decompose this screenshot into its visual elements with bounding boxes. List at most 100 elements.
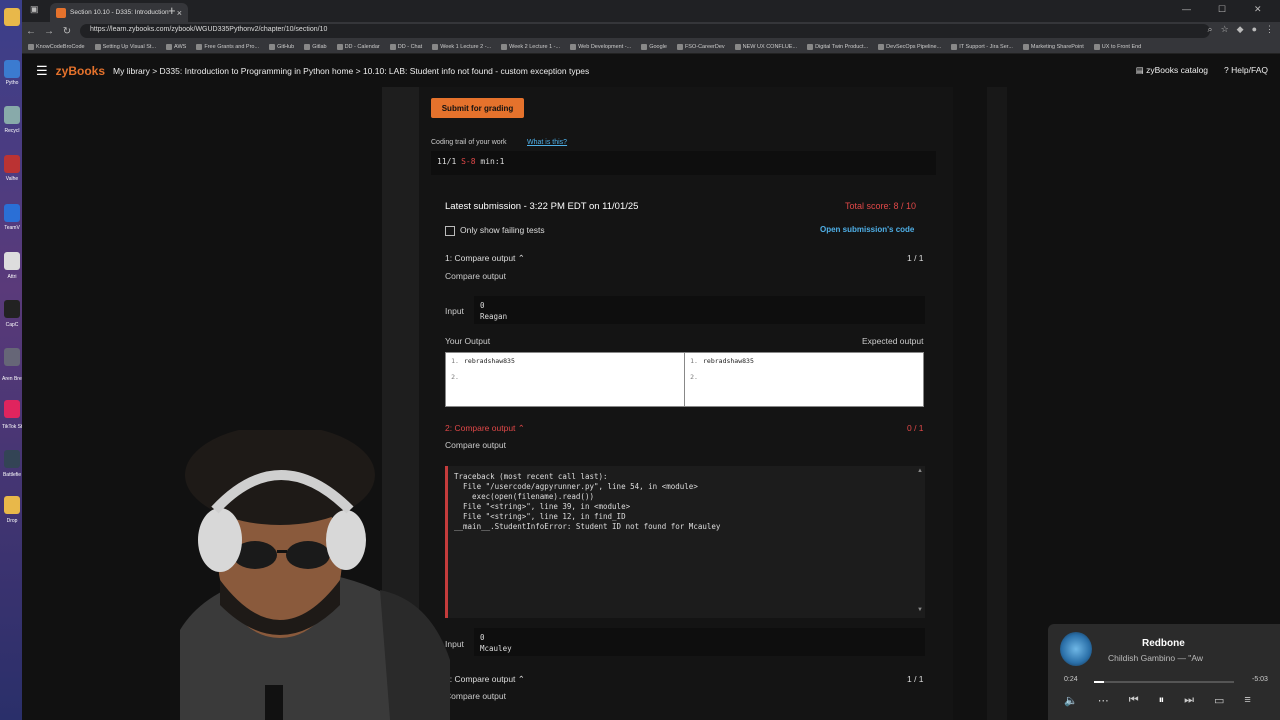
desktop-label: Recycl xyxy=(4,128,20,134)
profile-icon[interactable]: ● xyxy=(1252,24,1257,35)
folder-icon[interactable] xyxy=(4,8,20,26)
traceback-output: Traceback (most recent call last): File … xyxy=(445,466,925,618)
help-link[interactable]: ? Help/FAQ xyxy=(1224,65,1268,76)
bookmark-item[interactable]: DD - Calendar xyxy=(336,43,380,50)
test-3-subtitle: Compare output xyxy=(445,691,506,701)
bookmark-item[interactable]: IT Support - Jira Ser... xyxy=(951,43,1013,50)
breadcrumb[interactable]: My library > D335: Introduction to Progr… xyxy=(113,66,589,76)
test-2-toggle[interactable]: 2: Compare output ⌃ xyxy=(445,423,525,434)
expected-output-label: Expected output xyxy=(862,336,924,346)
bookmark-item[interactable]: Digital Twin Product... xyxy=(807,43,868,50)
bookmark-star-icon[interactable]: ☆ xyxy=(1221,24,1229,35)
test-1-input-label: Input xyxy=(445,306,464,316)
bookmark-item[interactable]: Google xyxy=(641,43,667,50)
zybooks-favicon-icon xyxy=(56,7,66,18)
bookmark-item[interactable]: Free Grants and Pro... xyxy=(196,43,259,50)
next-icon[interactable]: ⏭ xyxy=(1184,694,1194,707)
scroll-up-icon[interactable]: ▲ xyxy=(917,468,923,474)
coding-trail-label: Coding trail of your work xyxy=(431,139,507,146)
previous-icon[interactable]: ⏮ xyxy=(1129,694,1139,707)
zybooks-logo[interactable]: zyBooks xyxy=(56,64,105,78)
capcut-icon[interactable] xyxy=(4,300,20,318)
tiktok-studio-icon[interactable] xyxy=(4,400,20,418)
window-menu-icon[interactable]: ▣ xyxy=(30,4,39,15)
close-tab-icon[interactable]: × xyxy=(177,8,182,18)
maximize-icon[interactable]: ☐ xyxy=(1218,4,1226,15)
bookmark-item[interactable]: KnowCodeBroCode xyxy=(28,43,85,50)
bookmarks-bar: KnowCodeBroCode Setting Up Visual St... … xyxy=(22,40,1280,54)
python-icon[interactable] xyxy=(4,60,20,78)
bookmark-item[interactable]: GitHub xyxy=(269,43,294,50)
desktop-label: Battlefie xyxy=(2,472,22,478)
desktop-icons: Pytho Recycl Valhe TeamV Attri CapC Aren… xyxy=(0,0,22,720)
arena-breakout-icon[interactable] xyxy=(4,348,20,366)
desktop-label: TikTok Studi xyxy=(2,424,22,430)
test-3-toggle[interactable]: 3: Compare output ⌃ xyxy=(445,674,525,685)
url-input[interactable]: https://learn.zybooks.com/zybook/WGUD335… xyxy=(80,24,1210,38)
lyrics-icon[interactable]: ▭ xyxy=(1214,694,1224,707)
battlefield-icon[interactable] xyxy=(4,450,20,468)
hamburger-menu-icon[interactable]: ☰ xyxy=(36,63,48,79)
your-output-label: Your Output xyxy=(445,336,491,346)
progress-slider[interactable] xyxy=(1094,681,1234,683)
bookmark-item[interactable]: AWS xyxy=(166,43,186,50)
bookmark-item[interactable]: FSO-CareerDev xyxy=(676,43,725,50)
only-failing-checkbox[interactable] xyxy=(445,226,455,236)
album-art xyxy=(1060,632,1092,666)
webcam-overlay xyxy=(180,430,450,720)
scroll-down-icon[interactable]: ▼ xyxy=(917,607,923,613)
recycle-bin-icon[interactable] xyxy=(4,106,20,124)
bookmark-item[interactable]: Web Development -... xyxy=(570,43,631,50)
back-icon[interactable]: ← xyxy=(22,26,40,37)
bookmark-item[interactable]: Week 1 Lecture 2 -... xyxy=(432,43,491,50)
valheim-icon[interactable] xyxy=(4,155,20,173)
bookmark-item[interactable]: UX to Front End xyxy=(1093,43,1141,50)
extension-icon[interactable]: ◆ xyxy=(1237,24,1244,35)
desktop-label: Attri xyxy=(7,274,17,280)
bookmark-item[interactable]: Setting Up Visual St... xyxy=(94,43,156,50)
bookmark-item[interactable]: DD - Chat xyxy=(389,43,422,50)
coding-trail: 11/1 S-8 min:1 xyxy=(431,151,936,175)
bookmark-item[interactable]: NEW UX CONFLUE... xyxy=(734,43,797,50)
attrib-icon[interactable] xyxy=(4,252,20,270)
zoom-icon[interactable]: ⌕ xyxy=(1208,24,1213,35)
what-is-this-link[interactable]: What is this? xyxy=(527,139,567,146)
test-1-subtitle: Compare output xyxy=(445,271,506,281)
desktop-label: Aren Break xyxy=(2,376,22,382)
open-submission-code-link[interactable]: Open submission's code xyxy=(820,225,914,234)
desktop-label: CapC xyxy=(5,322,19,328)
test-2-score: 0 / 1 xyxy=(907,423,924,433)
new-tab-icon[interactable]: + xyxy=(168,3,176,18)
submit-for-grading-button[interactable]: Submit for grading xyxy=(431,98,524,118)
minimize-icon[interactable]: — xyxy=(1182,4,1191,14)
time-elapsed: 0:24 xyxy=(1064,676,1078,683)
latest-submission: Latest submission - 3:22 PM EDT on 11/01… xyxy=(445,201,639,212)
bookmark-item[interactable]: Week 2 Lecture 1 -... xyxy=(501,43,560,50)
time-remaining: -5:03 xyxy=(1252,676,1268,683)
dropbox-folder-icon[interactable] xyxy=(4,496,20,514)
address-bar: ← → ↻ https://learn.zybooks.com/zybook/W… xyxy=(22,22,1280,40)
tab-title: Section 10.10 - D335: Introduction xyxy=(70,9,169,16)
queue-icon[interactable]: ≡ xyxy=(1244,694,1250,707)
close-window-icon[interactable]: ✕ xyxy=(1254,4,1262,15)
pause-icon[interactable]: ⏸ xyxy=(1159,694,1165,707)
test-3-score: 1 / 1 xyxy=(907,674,924,684)
browser-menu-icon[interactable]: ⋮ xyxy=(1265,24,1274,35)
catalog-link[interactable]: ▤ zyBooks catalog xyxy=(1136,65,1208,76)
desktop-label: TeamV xyxy=(4,225,20,231)
your-output-box: 1. rebradshaw835 2. xyxy=(445,352,685,407)
more-icon[interactable]: ⋯ xyxy=(1098,694,1109,707)
teamviewer-icon[interactable] xyxy=(4,204,20,222)
volume-icon[interactable]: 🔈 xyxy=(1064,694,1078,707)
expected-output-box: 1. rebradshaw835 2. xyxy=(684,352,924,407)
desktop-label: Pytho xyxy=(5,80,19,86)
bookmark-item[interactable]: Marketing SharePoint xyxy=(1022,43,1084,50)
test-1-toggle[interactable]: 1: Compare output ⌃ xyxy=(445,253,525,264)
only-failing-label: Only show failing tests xyxy=(460,225,545,235)
reload-icon[interactable]: ↻ xyxy=(58,26,76,37)
desktop-label: Valhe xyxy=(5,176,19,182)
bookmark-item[interactable]: Gitlab xyxy=(304,43,327,50)
forward-icon[interactable]: → xyxy=(40,26,58,37)
bookmark-item[interactable]: DevSecOps Pipeline... xyxy=(878,43,941,50)
test-2-subtitle: Compare output xyxy=(445,440,506,450)
